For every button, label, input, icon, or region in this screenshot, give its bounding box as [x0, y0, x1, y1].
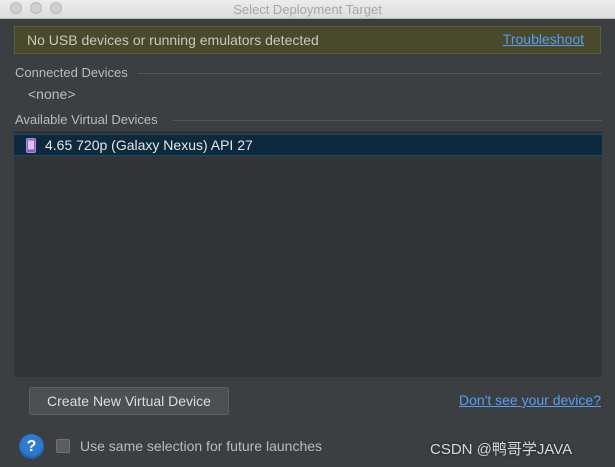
available-devices-header: Available Virtual Devices: [15, 112, 158, 127]
available-divider: [173, 120, 602, 121]
device-row-galaxy-nexus[interactable]: 4.65 720p (Galaxy Nexus) API 27: [14, 134, 602, 156]
help-icon[interactable]: ?: [19, 434, 44, 459]
virtual-device-list[interactable]: 4.65 720p (Galaxy Nexus) API 27: [14, 131, 602, 377]
remember-selection-label[interactable]: Use same selection for future launches: [80, 438, 322, 454]
title-bar: Select Deployment Target: [0, 0, 615, 19]
dont-see-device-link[interactable]: Don't see your device?: [459, 392, 601, 408]
device-label: 4.65 720p (Galaxy Nexus) API 27: [45, 137, 253, 153]
phone-icon: [26, 138, 36, 153]
window-title: Select Deployment Target: [233, 2, 382, 17]
create-virtual-device-button[interactable]: Create New Virtual Device: [29, 387, 229, 415]
watermark-text: CSDN @鸭哥学JAVA: [430, 441, 573, 458]
footer-bar: ? Use same selection for future launches…: [0, 428, 615, 467]
connected-devices-header: Connected Devices: [15, 65, 128, 80]
no-devices-banner: No USB devices or running emulators dete…: [14, 26, 601, 54]
connected-divider: [138, 73, 602, 74]
troubleshoot-link[interactable]: Troubleshoot: [503, 31, 584, 47]
no-connected-devices: <none>: [28, 86, 76, 102]
remember-selection-checkbox[interactable]: [56, 439, 70, 453]
banner-message: No USB devices or running emulators dete…: [27, 32, 319, 48]
